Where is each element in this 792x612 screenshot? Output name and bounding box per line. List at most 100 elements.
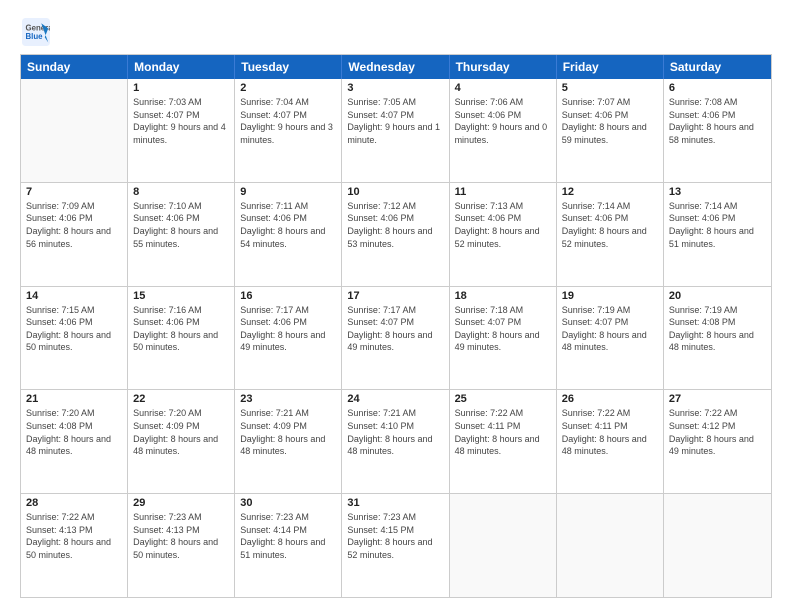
- calendar-cell: 10 Sunrise: 7:12 AMSunset: 4:06 PMDayligh…: [342, 183, 449, 286]
- calendar-cell: 15Sunrise: 7:16 AMSunset: 4:06 PMDayligh…: [128, 287, 235, 390]
- calendar-cell: 2 Sunrise: 7:04 AMSunset: 4:07 PMDaylight…: [235, 79, 342, 182]
- calendar-cell: 28Sunrise: 7:22 AMSunset: 4:13 PMDayligh…: [21, 494, 128, 597]
- cell-info: Sunrise: 7:23 AMSunset: 4:13 PMDaylight:…: [133, 511, 229, 561]
- cell-info: Sunrise: 7:13 AMSunset: 4:06 PMDaylight:…: [455, 200, 551, 250]
- header-day-friday: Friday: [557, 55, 664, 79]
- calendar-cell: 14Sunrise: 7:15 AMSunset: 4:06 PMDayligh…: [21, 287, 128, 390]
- calendar-cell: 18 Sunrise: 7:18 AMSunset: 4:07 PMDayligh…: [450, 287, 557, 390]
- day-number: 23: [240, 393, 336, 405]
- cell-info: Sunrise: 7:18 AMSunset: 4:07 PMDaylight:…: [455, 304, 551, 354]
- calendar-cell: 23 Sunrise: 7:21 AMSunset: 4:09 PMDayligh…: [235, 390, 342, 493]
- day-number: 5: [562, 82, 658, 94]
- calendar-cell: [21, 79, 128, 182]
- cell-info: Sunrise: 7:10 AMSunset: 4:06 PMDaylight:…: [133, 200, 229, 250]
- day-number: 1: [133, 82, 229, 94]
- day-number: 24: [347, 393, 443, 405]
- day-number: 10: [347, 186, 443, 198]
- day-number: 6: [669, 82, 766, 94]
- calendar-week-3: 14Sunrise: 7:15 AMSunset: 4:06 PMDayligh…: [21, 287, 771, 391]
- cell-info: Sunrise: 7:14 AMSunset: 4:06 PMDaylight:…: [562, 200, 658, 250]
- header-day-wednesday: Wednesday: [342, 55, 449, 79]
- cell-info: Sunrise: 7:20 AMSunset: 4:08 PMDaylight:…: [26, 407, 122, 457]
- day-number: 21: [26, 393, 122, 405]
- calendar-cell: 9Sunrise: 7:11 AMSunset: 4:06 PMDaylight…: [235, 183, 342, 286]
- cell-info: Sunrise: 7:07 AMSunset: 4:06 PMDaylight:…: [562, 96, 658, 146]
- calendar-body: 1 Sunrise: 7:03 AMSunset: 4:07 PMDaylight…: [21, 79, 771, 597]
- calendar-cell: 21 Sunrise: 7:20 AMSunset: 4:08 PMDayligh…: [21, 390, 128, 493]
- day-number: 27: [669, 393, 766, 405]
- header-day-sunday: Sunday: [21, 55, 128, 79]
- cell-info: Sunrise: 7:21 AMSunset: 4:09 PMDaylight:…: [240, 407, 336, 457]
- header-day-saturday: Saturday: [664, 55, 771, 79]
- calendar-week-5: 28Sunrise: 7:22 AMSunset: 4:13 PMDayligh…: [21, 494, 771, 597]
- cell-info: Sunrise: 7:04 AMSunset: 4:07 PMDaylight:…: [240, 96, 336, 146]
- day-number: 30: [240, 497, 336, 509]
- calendar-cell: 3 Sunrise: 7:05 AMSunset: 4:07 PMDaylight…: [342, 79, 449, 182]
- day-number: 26: [562, 393, 658, 405]
- logo: General Blue: [20, 18, 52, 46]
- calendar-cell: 6 Sunrise: 7:08 AMSunset: 4:06 PMDaylight…: [664, 79, 771, 182]
- calendar-week-4: 21 Sunrise: 7:20 AMSunset: 4:08 PMDayligh…: [21, 390, 771, 494]
- day-number: 13: [669, 186, 766, 198]
- calendar-cell: 19 Sunrise: 7:19 AMSunset: 4:07 PMDayligh…: [557, 287, 664, 390]
- calendar-cell: 5 Sunrise: 7:07 AMSunset: 4:06 PMDaylight…: [557, 79, 664, 182]
- day-number: 4: [455, 82, 551, 94]
- cell-info: Sunrise: 7:03 AMSunset: 4:07 PMDaylight:…: [133, 96, 229, 146]
- calendar-cell: 8 Sunrise: 7:10 AMSunset: 4:06 PMDaylight…: [128, 183, 235, 286]
- day-number: 16: [240, 290, 336, 302]
- day-number: 22: [133, 393, 229, 405]
- day-number: 9: [240, 186, 336, 198]
- cell-info: Sunrise: 7:12 AMSunset: 4:06 PMDaylight:…: [347, 200, 443, 250]
- cell-info: Sunrise: 7:05 AMSunset: 4:07 PMDaylight:…: [347, 96, 443, 146]
- cell-info: Sunrise: 7:22 AMSunset: 4:11 PMDaylight:…: [562, 407, 658, 457]
- calendar-cell: 25 Sunrise: 7:22 AMSunset: 4:11 PMDayligh…: [450, 390, 557, 493]
- calendar-cell: 4 Sunrise: 7:06 AMSunset: 4:06 PMDaylight…: [450, 79, 557, 182]
- calendar-cell: 13 Sunrise: 7:14 AMSunset: 4:06 PMDayligh…: [664, 183, 771, 286]
- day-number: 7: [26, 186, 122, 198]
- calendar-cell: 20Sunrise: 7:19 AMSunset: 4:08 PMDayligh…: [664, 287, 771, 390]
- calendar-cell: 30 Sunrise: 7:23 AMSunset: 4:14 PMDayligh…: [235, 494, 342, 597]
- day-number: 20: [669, 290, 766, 302]
- calendar-cell: 24 Sunrise: 7:21 AMSunset: 4:10 PMDayligh…: [342, 390, 449, 493]
- cell-info: Sunrise: 7:22 AMSunset: 4:11 PMDaylight:…: [455, 407, 551, 457]
- cell-info: Sunrise: 7:14 AMSunset: 4:06 PMDaylight:…: [669, 200, 766, 250]
- day-number: 12: [562, 186, 658, 198]
- cell-info: Sunrise: 7:20 AMSunset: 4:09 PMDaylight:…: [133, 407, 229, 457]
- calendar-cell: 29Sunrise: 7:23 AMSunset: 4:13 PMDayligh…: [128, 494, 235, 597]
- calendar-week-2: 7 Sunrise: 7:09 AMSunset: 4:06 PMDaylight…: [21, 183, 771, 287]
- cell-info: Sunrise: 7:08 AMSunset: 4:06 PMDaylight:…: [669, 96, 766, 146]
- cell-info: Sunrise: 7:21 AMSunset: 4:10 PMDaylight:…: [347, 407, 443, 457]
- cell-info: Sunrise: 7:16 AMSunset: 4:06 PMDaylight:…: [133, 304, 229, 354]
- cell-info: Sunrise: 7:09 AMSunset: 4:06 PMDaylight:…: [26, 200, 122, 250]
- calendar: SundayMondayTuesdayWednesdayThursdayFrid…: [20, 54, 772, 598]
- cell-info: Sunrise: 7:23 AMSunset: 4:14 PMDaylight:…: [240, 511, 336, 561]
- calendar-cell: 12 Sunrise: 7:14 AMSunset: 4:06 PMDayligh…: [557, 183, 664, 286]
- calendar-cell: 1 Sunrise: 7:03 AMSunset: 4:07 PMDaylight…: [128, 79, 235, 182]
- header-day-tuesday: Tuesday: [235, 55, 342, 79]
- calendar-cell: [450, 494, 557, 597]
- day-number: 18: [455, 290, 551, 302]
- cell-info: Sunrise: 7:17 AMSunset: 4:07 PMDaylight:…: [347, 304, 443, 354]
- day-number: 11: [455, 186, 551, 198]
- cell-info: Sunrise: 7:23 AMSunset: 4:15 PMDaylight:…: [347, 511, 443, 561]
- day-number: 8: [133, 186, 229, 198]
- calendar-cell: [664, 494, 771, 597]
- cell-info: Sunrise: 7:19 AMSunset: 4:07 PMDaylight:…: [562, 304, 658, 354]
- calendar-cell: 11 Sunrise: 7:13 AMSunset: 4:06 PMDayligh…: [450, 183, 557, 286]
- day-number: 2: [240, 82, 336, 94]
- day-number: 17: [347, 290, 443, 302]
- cell-info: Sunrise: 7:15 AMSunset: 4:06 PMDaylight:…: [26, 304, 122, 354]
- day-number: 19: [562, 290, 658, 302]
- calendar-cell: 22 Sunrise: 7:20 AMSunset: 4:09 PMDayligh…: [128, 390, 235, 493]
- cell-info: Sunrise: 7:22 AMSunset: 4:12 PMDaylight:…: [669, 407, 766, 457]
- calendar-cell: 26 Sunrise: 7:22 AMSunset: 4:11 PMDayligh…: [557, 390, 664, 493]
- page: General Blue SundayMondayTuesdayWednesda…: [0, 0, 792, 612]
- day-number: 25: [455, 393, 551, 405]
- day-number: 3: [347, 82, 443, 94]
- svg-text:Blue: Blue: [26, 32, 44, 41]
- cell-info: Sunrise: 7:06 AMSunset: 4:06 PMDaylight:…: [455, 96, 551, 146]
- calendar-header-row: SundayMondayTuesdayWednesdayThursdayFrid…: [21, 55, 771, 79]
- logo-icon: General Blue: [22, 18, 50, 46]
- calendar-week-1: 1 Sunrise: 7:03 AMSunset: 4:07 PMDaylight…: [21, 79, 771, 183]
- day-number: 31: [347, 497, 443, 509]
